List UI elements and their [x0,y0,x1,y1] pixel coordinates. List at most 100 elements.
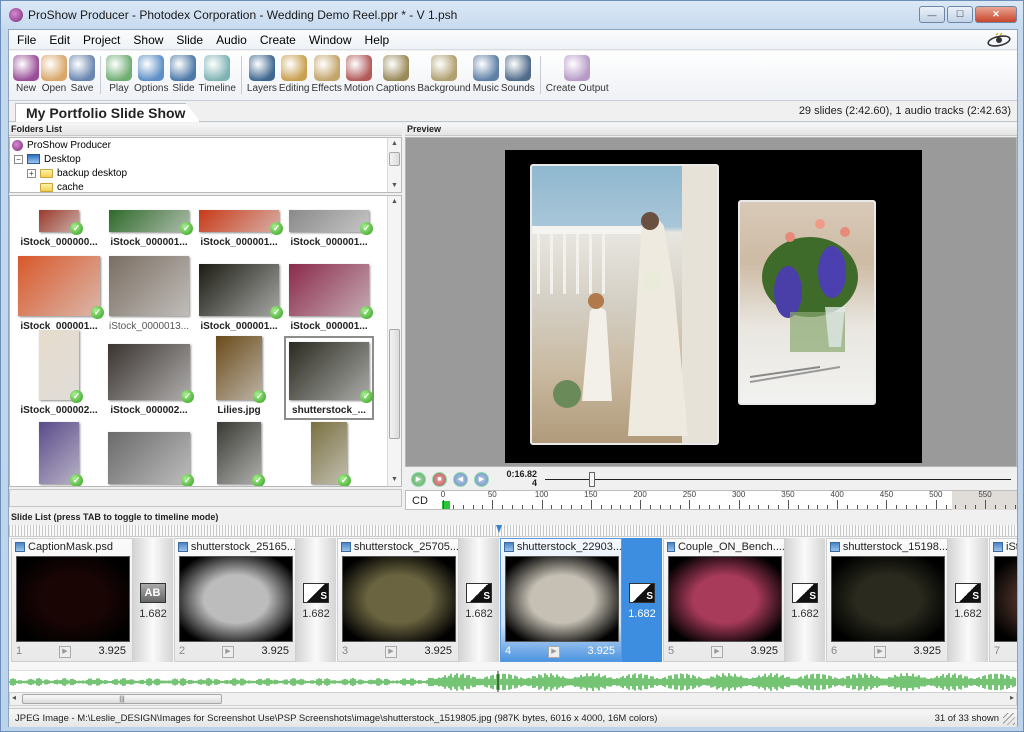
expand-toggle-icon[interactable]: + [27,168,36,178]
slide-item[interactable]: shutterstock_22903... 4 ▶ 3.925 [500,538,622,662]
play-button[interactable]: ▶ [411,471,426,487]
captions-button[interactable]: Captions [376,51,415,99]
play-button[interactable]: Play [106,51,132,99]
transition-item[interactable]: S 1.682 [785,538,825,662]
slide-preview-play-icon[interactable]: ▶ [385,646,397,658]
thumbnail-item[interactable]: ✓ iStock_000001... [14,252,104,336]
stop-button[interactable]: ■ [432,471,447,487]
wipe-transition-icon[interactable]: S [792,583,818,603]
menu-slide[interactable]: Slide [174,32,205,48]
options-button[interactable]: Options [134,51,168,99]
audio-waveform-track[interactable] [9,670,1017,693]
slide-preview-play-icon[interactable]: ▶ [874,646,886,658]
scroll-thumb[interactable] [389,152,400,166]
slide-list-time-ruler[interactable] [9,525,1017,537]
thumbnail-item[interactable]: ✓shutterstock_... [284,420,374,486]
slide-preview-play-icon[interactable]: ▶ [711,646,723,658]
photodex-eye-icon[interactable] [985,30,1013,49]
effects-button[interactable]: Effects [311,51,342,99]
open-button[interactable]: Open [41,51,67,99]
tab-my-portfolio-slide-show[interactable]: My Portfolio Slide Show [15,103,201,122]
seek-track[interactable] [545,479,1011,480]
thumbnail-item[interactable]: ✓ iStock_000002... [104,336,194,420]
collapse-toggle-icon[interactable]: − [14,154,23,164]
slide-preview-play-icon[interactable]: ▶ [548,646,560,658]
transition-duration[interactable]: 1.682 [296,608,336,620]
slide-duration[interactable]: 3.925 [98,645,126,657]
folders-horizontal-scrollbar[interactable] [9,489,402,507]
scroll-up-arrow-icon[interactable]: ▲ [388,196,401,208]
thumbnail-item[interactable]: ✓ iStock_000001... [194,196,284,252]
slide-duration[interactable]: 3.925 [424,645,452,657]
background-button[interactable]: Background [417,51,471,99]
slide-item[interactable]: shutterstock_25165... 2 ▶ 3.925 [174,538,296,662]
thumbnail-item[interactable]: ✓ iStock_000002... [14,330,104,420]
thumbnail-item[interactable]: ✓shutterstock_... [194,420,284,486]
slide-duration[interactable]: 3.925 [913,645,941,657]
slide-item[interactable]: CaptionMask.psd 1 ▶ 3.925 [11,538,133,662]
slide-list-horizontal-scrollbar[interactable]: ◂ ||| ▸ [9,692,1017,706]
slide-button[interactable]: Slide [170,51,197,99]
new-button[interactable]: New [13,51,39,99]
transition-duration[interactable]: 1.682 [948,608,988,620]
thumbnail-item[interactable]: ✓shutterstock_... [104,420,194,486]
scroll-left-arrow-icon[interactable]: ◂ [12,693,16,702]
scroll-down-arrow-icon[interactable]: ▼ [388,180,401,192]
minimize-button[interactable]: — [919,6,945,23]
thumbnail-item[interactable]: ✓shutterstock_... [284,336,374,420]
save-button[interactable]: Save [69,51,95,99]
menu-audio[interactable]: Audio [214,32,249,48]
thumbnail-item[interactable]: ✓ iStock_000001... [284,196,374,252]
slide-item[interactable]: iStock...7▶ [989,538,1017,662]
scroll-right-arrow-icon[interactable]: ▸ [1010,693,1014,702]
wipe-transition-icon[interactable]: S [303,583,329,603]
menu-edit[interactable]: Edit [47,32,72,48]
transition-item[interactable]: AB 1.682 [133,538,173,662]
wipe-transition-icon[interactable]: S [955,583,981,603]
transition-duration[interactable]: 1.682 [459,608,499,620]
thumbnail-grid-scrollbar[interactable]: ▲ ▼ [387,196,401,486]
wipe-transition-icon[interactable]: S [629,583,655,603]
editing-button[interactable]: Editing [279,51,309,99]
transition-item[interactable]: S 1.682 [622,538,662,662]
transition-duration[interactable]: 1.682 [622,608,662,620]
thumbnail-item[interactable]: iStock_0000013... [104,252,194,336]
thumbnail-item[interactable]: ✓shutterstock_... [14,420,104,486]
slide-duration[interactable]: 3.925 [261,645,289,657]
thumbnail-item[interactable]: ✓ Lilies.jpg [194,336,284,420]
scroll-thumb[interactable]: ||| [22,694,222,704]
close-button[interactable]: ✕ [975,6,1017,23]
thumbnail-item[interactable]: ✓ iStock_000001... [194,252,284,336]
sounds-button[interactable]: Sounds [501,51,535,99]
motion-button[interactable]: Motion [344,51,374,99]
scroll-up-arrow-icon[interactable]: ▲ [388,138,401,150]
transition-duration[interactable]: 1.682 [133,608,173,620]
tree-item-proshow-producer[interactable]: ProShow Producer [10,138,401,152]
layers-button[interactable]: Layers [247,51,277,99]
transition-duration[interactable]: 1.682 [785,608,825,620]
tree-item-backup-desktop[interactable]: + backup desktop [10,166,401,180]
transition-item[interactable]: S 1.682 [459,538,499,662]
slide-preview-play-icon[interactable]: ▶ [59,646,71,658]
tree-item-cache[interactable]: cache [10,180,401,194]
transition-item[interactable]: S 1.682 [948,538,988,662]
tree-item-desktop[interactable]: − Desktop [10,152,401,166]
thumbnail-item[interactable]: ✓ iStock_000001... [104,196,194,252]
slide-item[interactable]: shutterstock_25705... 3 ▶ 3.925 [337,538,459,662]
ab-crossfade-transition-icon[interactable]: AB [140,583,166,603]
folder-tree-scrollbar[interactable]: ▲ ▼ [387,138,401,192]
menu-window[interactable]: Window [307,32,354,48]
maximize-button[interactable]: ☐ [947,6,973,23]
menu-project[interactable]: Project [81,32,122,48]
transition-item[interactable]: S 1.682 [296,538,336,662]
slide-item[interactable]: Couple_ON_Bench.... 5 ▶ 3.925 [663,538,785,662]
thumbnail-item[interactable]: ✓ iStock_000001... [284,252,374,336]
scroll-down-arrow-icon[interactable]: ▼ [388,474,401,486]
menu-file[interactable]: File [15,32,38,48]
slide-preview-play-icon[interactable]: ▶ [222,646,234,658]
menu-help[interactable]: Help [363,32,392,48]
previous-slide-button[interactable]: ◀ [453,471,468,487]
menu-show[interactable]: Show [131,32,165,48]
resize-grip-icon[interactable] [1003,713,1015,725]
music-button[interactable]: Music [473,51,499,99]
